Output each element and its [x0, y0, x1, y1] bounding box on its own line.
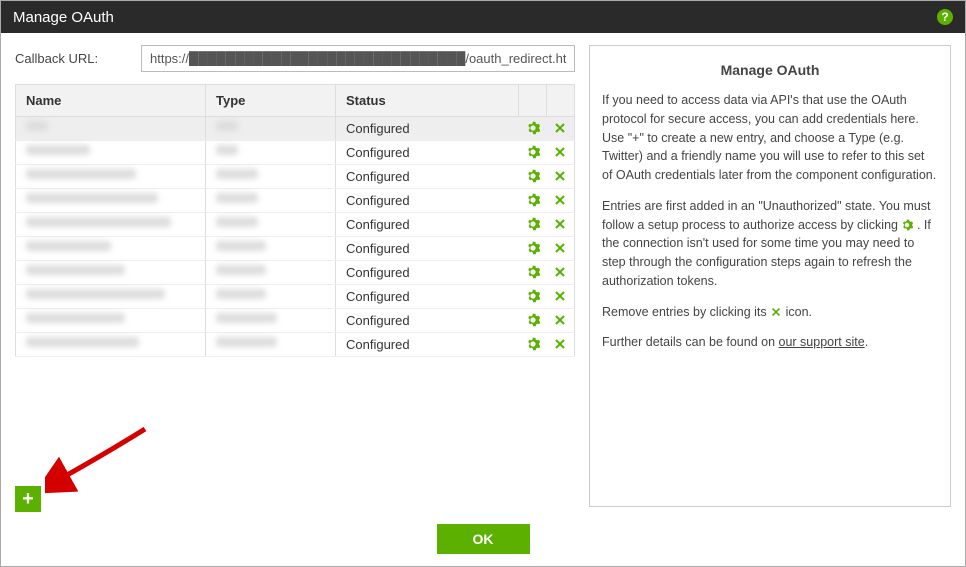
- close-icon[interactable]: [552, 312, 568, 328]
- oauth-table: Name Type Status BoxBoxConfiguredBoxAcce…: [15, 84, 575, 357]
- oauth-status: Configured: [336, 309, 519, 333]
- gear-icon[interactable]: [525, 312, 541, 328]
- help-icon[interactable]: ?: [937, 9, 953, 25]
- oauth-status: Configured: [336, 237, 519, 261]
- oauth-name-masked: SalesforceSandbox: [26, 337, 139, 347]
- oauth-name-masked: NetsuiteSandbox: [26, 265, 125, 275]
- oauth-status: Configured: [336, 285, 519, 309]
- oauth-status: Configured: [336, 213, 519, 237]
- close-icon[interactable]: [552, 144, 568, 160]
- oauth-type-masked: Salesforce: [216, 313, 277, 323]
- oauth-type-masked: NetSuite: [216, 289, 266, 299]
- gear-icon[interactable]: [525, 336, 541, 352]
- oauth-name-masked: SalesforcePROD: [26, 313, 125, 323]
- close-icon: [770, 306, 782, 318]
- table-row[interactable]: SalesforcePROD Salesforce Configured: [16, 309, 575, 333]
- close-icon[interactable]: [552, 336, 568, 352]
- table-row[interactable]: NetsuitePROD NetSuite Configured: [16, 237, 575, 261]
- oauth-name-masked: NetsuiteSandboxAltAcct: [26, 289, 165, 299]
- callback-url-label: Callback URL:: [15, 51, 141, 66]
- ok-button[interactable]: OK: [437, 524, 530, 554]
- oauth-status: Configured: [336, 165, 519, 189]
- gear-icon[interactable]: [525, 144, 541, 160]
- table-row[interactable]: NetsuiteSandbox NetSuite Configured: [16, 261, 575, 285]
- close-icon[interactable]: [552, 240, 568, 256]
- help-panel: Manage OAuth If you need to access data …: [589, 45, 951, 507]
- oauth-name-masked: NetsuitePROD: [26, 241, 111, 251]
- help-p2: Entries are first added in an "Unauthori…: [602, 197, 938, 291]
- help-title: Manage OAuth: [602, 60, 938, 81]
- oauth-type-masked: NetSuite: [216, 241, 266, 251]
- oauth-status: Configured: [336, 189, 519, 213]
- support-site-link[interactable]: our support site: [779, 335, 865, 349]
- oauth-type-masked: Google: [216, 193, 258, 203]
- oauth-name-masked: GoogleAnalyticsPROD: [26, 193, 158, 203]
- close-icon[interactable]: [552, 120, 568, 136]
- table-row[interactable]: Google PROD Test Google Configured: [16, 165, 575, 189]
- help-p3: Remove entries by clicking its icon.: [602, 303, 938, 322]
- titlebar-title: Manage OAuth: [13, 9, 114, 26]
- oauth-name-masked: BoxAccess: [26, 145, 90, 155]
- table-row[interactable]: BoxAccess Box Configured: [16, 141, 575, 165]
- close-icon[interactable]: [552, 192, 568, 208]
- oauth-status: Configured: [336, 333, 519, 357]
- col-header-name[interactable]: Name: [16, 85, 206, 117]
- close-icon[interactable]: [552, 216, 568, 232]
- col-header-status[interactable]: Status: [336, 85, 519, 117]
- table-row[interactable]: NetsuiteSandboxAltAcct NetSuite Configured: [16, 285, 575, 309]
- gear-icon[interactable]: [525, 264, 541, 280]
- oauth-name-masked: Box: [26, 121, 48, 131]
- oauth-status: Configured: [336, 141, 519, 165]
- table-row[interactable]: GoogleAnalyticsPRODv2 Google Configured: [16, 213, 575, 237]
- help-p4: Further details can be found on our supp…: [602, 333, 938, 352]
- table-row[interactable]: GoogleAnalyticsPROD Google Configured: [16, 189, 575, 213]
- close-icon[interactable]: [552, 288, 568, 304]
- gear-icon[interactable]: [525, 240, 541, 256]
- gear-icon[interactable]: [525, 288, 541, 304]
- table-row[interactable]: SalesforceSandbox Salesforce Configured: [16, 333, 575, 357]
- col-header-delete: [547, 85, 575, 117]
- gear-icon[interactable]: [525, 120, 541, 136]
- gear-icon[interactable]: [525, 192, 541, 208]
- close-icon[interactable]: [552, 168, 568, 184]
- gear-icon[interactable]: [525, 216, 541, 232]
- col-header-configure: [519, 85, 547, 117]
- oauth-type-masked: NetSuite: [216, 265, 266, 275]
- oauth-status: Configured: [336, 117, 519, 141]
- titlebar: Manage OAuth ?: [1, 1, 965, 33]
- oauth-type-masked: Box: [216, 121, 238, 131]
- oauth-type-masked: Google: [216, 217, 258, 227]
- oauth-type-masked: Salesforce: [216, 337, 277, 347]
- add-oauth-button[interactable]: +: [15, 486, 41, 512]
- help-p1: If you need to access data via API's tha…: [602, 91, 938, 185]
- oauth-status: Configured: [336, 261, 519, 285]
- oauth-name-masked: GoogleAnalyticsPRODv2: [26, 217, 171, 227]
- table-row[interactable]: Box Box Configured: [16, 117, 575, 141]
- gear-icon[interactable]: [525, 168, 541, 184]
- callback-url-input[interactable]: [141, 45, 575, 72]
- gear-icon: [901, 219, 913, 231]
- col-header-type[interactable]: Type: [206, 85, 336, 117]
- close-icon[interactable]: [552, 264, 568, 280]
- oauth-type-masked: Box: [216, 145, 238, 155]
- oauth-type-masked: Google: [216, 169, 258, 179]
- oauth-name-masked: Google PROD Test: [26, 169, 136, 179]
